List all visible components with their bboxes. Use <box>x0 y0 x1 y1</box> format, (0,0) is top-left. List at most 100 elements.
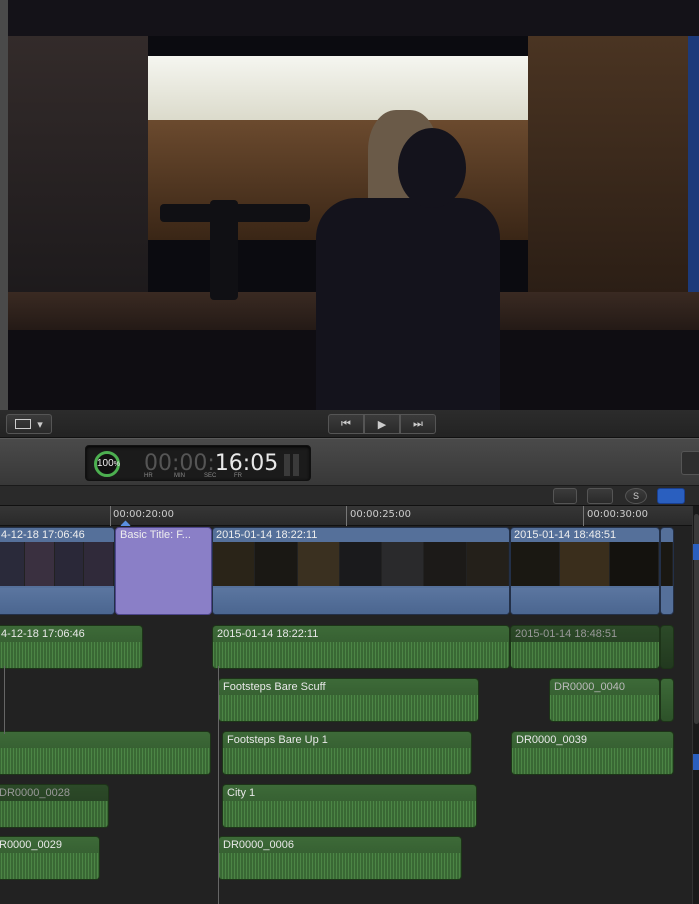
scrollbar-marker <box>693 544 699 560</box>
blue-edge <box>688 36 699 310</box>
waveform <box>0 801 108 827</box>
clip-thumbnails <box>661 542 673 586</box>
skip-forward-icon: ⏭ <box>413 417 423 430</box>
solo-icon[interactable]: S <box>625 488 647 504</box>
person-body <box>316 198 500 410</box>
timeline-ruler[interactable]: 00:00:20:00 00:00:25:00 00:00:30:00 <box>0 506 692 531</box>
clip-title: Basic Title: F... <box>120 529 191 541</box>
background-task-progress[interactable]: 100% <box>94 451 120 477</box>
skip-back-icon: ⏮ <box>341 417 351 430</box>
clip-title: 2015-01-14 18:48:51 <box>515 628 618 640</box>
chevron-down-icon: ▾ <box>37 418 43 431</box>
clip-title: DR0000_0028 <box>0 787 70 799</box>
audio-clip[interactable]: DR0000_0040 <box>549 678 660 722</box>
view-icon <box>15 419 32 429</box>
waveform <box>0 853 99 879</box>
timecode-label-sec: SEC <box>204 473 217 479</box>
clip-thumbnails <box>213 542 509 586</box>
timeline[interactable]: 4-12-18 17:06:46 Basic Title: F... 2015-… <box>0 526 692 904</box>
progress-percent: 100 <box>97 458 114 469</box>
audio-clip[interactable] <box>660 678 674 722</box>
clip-title: R0000_0029 <box>0 839 63 851</box>
waveform <box>0 642 142 668</box>
clip-title: Footsteps Bare Up 1 <box>227 734 328 746</box>
connection-line <box>218 666 219 904</box>
audio-clip[interactable]: Footsteps Bare Scuff <box>218 678 479 722</box>
scrollbar-marker <box>693 754 699 770</box>
ruler-tick-label: 00:00:25:00 <box>350 509 412 520</box>
clip-appearance-icon[interactable] <box>553 488 577 504</box>
main-toolbar: 100% 00:00:16:05 HR MIN SEC FR <box>0 438 699 486</box>
clip-title: 4-12-18 17:06:46 <box>1 529 85 541</box>
clip-title: 4-12-18 17:06:46 <box>1 628 85 640</box>
ruler-tick-label: 00:00:20:00 <box>113 509 175 520</box>
audio-skimming-icon[interactable] <box>587 488 613 504</box>
play-icon: ▶ <box>377 418 387 431</box>
audio-clip[interactable] <box>660 625 674 669</box>
video-clip[interactable] <box>660 527 674 615</box>
video-clip[interactable]: 2015-01-14 18:22:11 <box>212 527 510 615</box>
video-clip[interactable]: 2015-01-14 18:48:51 <box>510 527 660 615</box>
audio-clip[interactable]: Footsteps Bare Up 1 <box>222 731 472 775</box>
audio-clip[interactable]: City 1 <box>222 784 477 828</box>
audio-clip[interactable]: R0000_0029 <box>0 836 100 880</box>
timeline-scrollbar[interactable] <box>692 506 699 904</box>
ruler-tick-line <box>346 506 347 526</box>
waveform <box>219 695 478 721</box>
timecode-label-min: MIN <box>174 473 185 479</box>
timecode-label-fr: FR <box>234 473 242 479</box>
waveform <box>223 748 471 774</box>
clip-title: 2015-01-14 18:48:51 <box>514 529 617 541</box>
snapping-icon[interactable] <box>657 488 685 504</box>
clip-audio <box>0 588 114 614</box>
left-wall <box>8 36 148 296</box>
waveform <box>223 801 476 827</box>
ruler-tick-line <box>110 506 111 526</box>
audio-meter-icon <box>284 454 302 476</box>
waveform <box>512 748 673 774</box>
clip-thumbnails <box>0 542 114 586</box>
video-clip[interactable]: 4-12-18 17:06:46 <box>0 527 115 615</box>
previous-edit-button[interactable]: ⏮ <box>328 414 364 434</box>
timecode-value: 16:05 <box>214 451 279 476</box>
clip-title: DR0000_0006 <box>223 839 294 851</box>
bar-light <box>148 56 528 126</box>
ruler-tick-label: 00:00:30:00 <box>587 509 649 520</box>
timeline-header: S <box>0 486 699 506</box>
viewer-left-edge <box>0 0 8 410</box>
audio-clip[interactable]: DR0000_0006 <box>218 836 462 880</box>
ceiling <box>8 0 699 36</box>
next-edit-button[interactable]: ⏭ <box>400 414 436 434</box>
clip-title: 2015-01-14 18:22:11 <box>216 529 318 541</box>
audio-clip[interactable]: DR0000_0039 <box>511 731 674 775</box>
clip-audio <box>511 588 659 614</box>
audio-clip[interactable]: DR0000_0028 <box>0 784 109 828</box>
waveform <box>511 642 659 668</box>
audio-clip[interactable]: 4-12-18 17:06:46 <box>0 625 143 669</box>
play-button[interactable]: ▶ <box>364 414 400 434</box>
ruler-tick-line <box>583 506 584 526</box>
progress-percent-unit: % <box>113 461 120 468</box>
viewer-frame <box>0 0 699 410</box>
view-options-button[interactable]: ▾ <box>6 414 52 434</box>
clip-title: City 1 <box>227 787 256 799</box>
audio-clip[interactable]: 2015-01-14 18:22:11 <box>212 625 510 669</box>
waveform <box>219 853 461 879</box>
waveform <box>0 748 210 774</box>
clip-title: DR0000_0039 <box>516 734 587 746</box>
audio-clip[interactable] <box>0 731 211 775</box>
audio-clip[interactable]: 2015-01-14 18:48:51 <box>510 625 660 669</box>
clip-title: DR0000_0040 <box>554 681 625 693</box>
effects-browser-button[interactable] <box>681 451 699 475</box>
connection-line <box>4 666 5 734</box>
person-head <box>398 128 466 208</box>
clip-title: Footsteps Bare Scuff <box>223 681 326 693</box>
viewer-toolbar: ▾ ⏮ ▶ ⏭ <box>0 410 699 438</box>
beer-tap-bar <box>160 204 310 222</box>
right-wall-stools <box>528 36 688 296</box>
clip-audio <box>213 588 509 614</box>
dashboard[interactable]: 100% 00:00:16:05 HR MIN SEC FR <box>85 445 311 481</box>
title-clip[interactable]: Basic Title: F... <box>115 527 212 615</box>
clip-title: 2015-01-14 18:22:11 <box>217 628 319 640</box>
timecode-label-hr: HR <box>144 473 153 479</box>
